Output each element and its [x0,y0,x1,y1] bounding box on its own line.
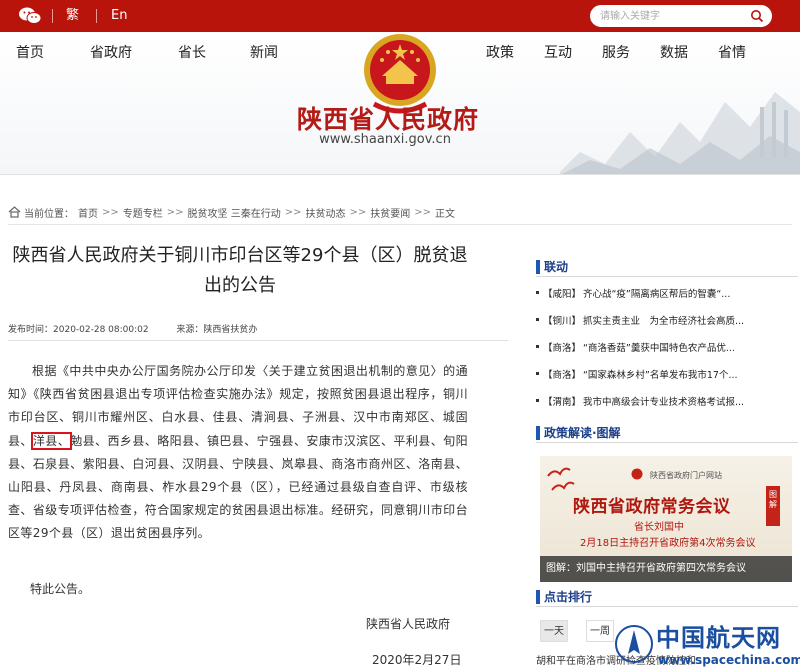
bullet [536,399,539,402]
item-tag: 【商洛】 [543,369,582,381]
meta-divider [8,340,508,341]
source-value: 陕西省扶贫办 [203,325,258,335]
home-icon [8,206,21,218]
topbar-divider [52,9,53,23]
english-link[interactable]: En [111,8,127,24]
policy-title[interactable]: 政策解读·图解 [544,424,621,441]
nav-policy[interactable]: 政策 [486,44,514,62]
breadcrumb-poverty-news[interactable]: 扶贫动态 [305,205,345,220]
nav-governor[interactable]: 省长 [178,44,206,62]
search-icon[interactable] [750,9,764,23]
item-tag: 【商洛】 [543,342,582,354]
space-logo-icon [615,625,653,663]
breadcrumb-separator: >> [284,206,302,218]
item-text[interactable]: “商洛香菇”羹获中国特色农产品优... [583,340,735,354]
item-tag: 【咸阳】 [543,288,582,300]
article-meta: 发布时间：2020-02-28 08:00:02 来源：陕西省扶贫办 [8,322,257,335]
breadcrumb-separator: >> [102,206,119,218]
item-tag: 【铜川】 [543,315,582,327]
section-marker [536,589,540,604]
linkage-divider [536,276,798,277]
bullet [536,291,539,294]
site-domain: www.shaanxi.gov.cn [319,132,451,147]
section-marker [536,259,540,274]
top-bar: 繁 En [0,0,800,32]
traditional-chinese-link[interactable]: 繁 [66,8,79,24]
policy-banner[interactable]: 陕西省政府门户网站 陕西省政府常务会议 图解 省长刘国中 2月18日主持召开省政… [540,456,792,582]
bullet [536,372,539,375]
published-label: 发布时间： [8,325,54,335]
article-closing: 特此公告。 [30,582,91,596]
item-text[interactable]: 抓实主责主业 为全市经济社会高质... [583,313,744,327]
topbar-divider [96,9,97,23]
article-date: 2020年2月27日 [372,653,462,667]
wechat-icon[interactable] [18,6,42,26]
linkage-title[interactable]: 联动 [544,258,568,275]
nav-news[interactable]: 新闻 [250,44,278,62]
item-text[interactable]: “国家森林乡村”名单发布我市17个... [583,367,738,381]
breadcrumb-special-topics[interactable]: 专题专栏 [123,205,163,220]
item-tag: 【渭南】 [543,396,582,408]
ranking-divider [536,606,798,607]
breadcrumb-home[interactable]: 首页 [78,205,98,220]
banner-title: 陕西省政府常务会议 [573,497,731,517]
banner-stamp: 图解 [766,486,780,526]
nav-services[interactable]: 服务 [602,44,630,62]
article-title: 陕西省人民政府关于铜川市印台区等29个县（区）脱贫退出的公告 [12,245,468,296]
list-item[interactable]: 【商洛】 “国家森林乡村”名单发布我市17个... [536,360,800,387]
watermark-url: www.spacechina.com [658,653,800,667]
source-label: 来源： [176,325,204,335]
watermark-name: 中国航天网 [656,623,781,652]
list-item[interactable]: 【咸阳】 齐心战“疫”隔离病区帮后的智囊“... [536,279,800,306]
tab-one-day[interactable]: 一天 [540,620,568,642]
banner-subtitle: 2月18日主持召开省政府第4次常务会议 [580,538,756,549]
list-item[interactable]: 【商洛】 “商洛香菇”羹获中国特色农产品优... [536,333,800,360]
breadcrumb-current: 正文 [435,208,456,220]
landscape-decoration [560,92,800,175]
section-marker [536,425,540,440]
breadcrumb-divider [8,224,792,225]
highlighted-county: 洋县、 [30,431,73,450]
ranking-header: 点击排行 [536,588,592,605]
bullet [536,318,539,321]
ranking-title[interactable]: 点击排行 [544,588,592,605]
breadcrumb-poverty-campaign[interactable]: 脱贫攻坚 三秦在行动 [188,205,281,220]
nav-province-info[interactable]: 省情 [718,44,746,62]
banner-subtitle: 省长刘国中 [634,522,684,533]
breadcrumb-separator: >> [414,206,432,218]
body-text-part2: 勉县、西乡县、略阳县、镇巴县、宁强县、安康市汉滨区、平利县、旬阳县、石泉县、紫阳… [8,433,468,541]
breadcrumb-separator: >> [166,206,184,218]
search-box [590,5,772,27]
search-input[interactable] [600,8,740,24]
breadcrumb-prefix: 当前位置： [24,208,74,220]
linkage-list: 【咸阳】 齐心战“疫”隔离病区帮后的智囊“... 【铜川】 抓实主责主业 为全市经济… [536,279,800,414]
site-title[interactable]: 陕西省人民政府 [263,100,513,136]
article-signature: 陕西省人民政府 [366,617,451,631]
policy-header: 政策解读·图解 [536,424,621,441]
nav-home[interactable]: 首页 [16,44,44,62]
watermark: 中国航天网 www.spacechina.com [608,618,800,670]
header-divider [0,174,800,175]
banner-logo-text: 陕西省政府门户网站 [650,471,722,480]
article-body: 根据《中共中央办公厅国务院办公厅印发〈关于建立贫困退出机制的意见〉的通知》《陕西… [8,360,468,546]
nav-provincial-government[interactable]: 省政府 [90,44,132,62]
nav-interaction[interactable]: 互动 [544,44,572,62]
published-date: 2020-02-28 08:00:02 [53,325,149,335]
bullet [536,345,539,348]
site-header: 首页 省政府 省长 新闻 政策 互动 服务 数据 省情 陕西省人民政府 www.… [0,32,800,175]
banner-caption[interactable]: 图解：刘国中主持召开省政府第四次常务会议 [540,556,792,582]
list-item[interactable]: 【铜川】 抓实主责主业 为全市经济社会高质... [536,306,800,333]
policy-divider [536,442,798,443]
list-item[interactable]: 【渭南】 我市中高级会计专业技术资格考试报... [536,387,800,414]
breadcrumb-poverty-headlines[interactable]: 扶贫要闻 [370,205,410,220]
nav-data[interactable]: 数据 [660,44,688,62]
item-text[interactable]: 我市中高级会计专业技术资格考试报... [583,394,744,408]
breadcrumb-separator: >> [349,206,367,218]
item-text[interactable]: 齐心战“疫”隔离病区帮后的智囊“... [583,286,730,300]
emblem-icon [631,468,643,480]
linkage-header: 联动 [536,258,568,275]
breadcrumb: 当前位置： 首页 >> 专题专栏 >> 脱贫攻坚 三秦在行动 >> 扶贫动态 >… [8,204,459,220]
